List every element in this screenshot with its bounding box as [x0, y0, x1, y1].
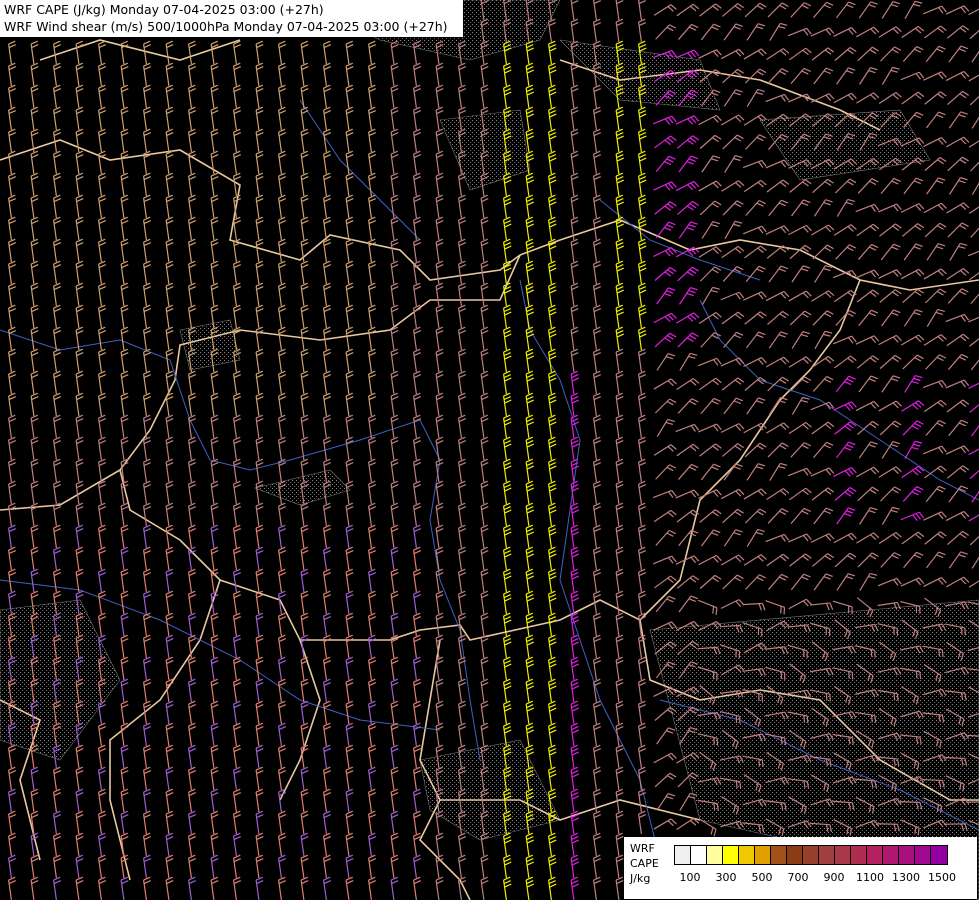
- legend-label-field: CAPE: [630, 857, 659, 870]
- map-title: WRF CAPE (J/kg) Monday 07-04-2025 03:00 …: [0, 0, 463, 37]
- legend-swatch: [755, 846, 771, 864]
- legend-tick-label: 1100: [856, 871, 884, 884]
- legend-swatch: [707, 846, 723, 864]
- legend-swatch: [771, 846, 787, 864]
- legend-swatch: [851, 846, 867, 864]
- legend-swatch: [675, 846, 691, 864]
- cape-legend: WRF CAPE J/kg 100 300 500 700 900 1100 1300 150…: [624, 837, 977, 899]
- legend-tick-label: 300: [715, 871, 737, 884]
- legend-swatch: [883, 846, 899, 864]
- title-cape: WRF CAPE (J/kg) Monday 07-04-2025 03:00 …: [4, 2, 324, 17]
- legend-tick-label: 1500: [928, 871, 956, 884]
- legend-swatch: [899, 846, 915, 864]
- legend-swatch: [915, 846, 931, 864]
- legend-tick-label: 900: [823, 871, 845, 884]
- legend-swatch: [867, 846, 883, 864]
- legend-swatch: [691, 846, 707, 864]
- legend-tick-label: 100: [679, 871, 701, 884]
- legend-swatch: [787, 846, 803, 864]
- legend-tick-label: 700: [787, 871, 809, 884]
- legend-tick-label: 1300: [892, 871, 920, 884]
- legend-label-model: WRF: [630, 842, 655, 855]
- legend-tick-label: 500: [751, 871, 773, 884]
- legend-ticks: 100 300 500 700 900 1100 1300 1500: [674, 871, 964, 885]
- legend-color-scale: [674, 845, 948, 865]
- legend-swatch: [931, 846, 947, 864]
- legend-swatch: [803, 846, 819, 864]
- title-wind-shear: WRF Wind shear (m/s) 500/1000hPa Monday …: [4, 19, 448, 34]
- legend-swatch: [819, 846, 835, 864]
- legend-swatch: [739, 846, 755, 864]
- legend-label-units: J/kg: [630, 872, 651, 885]
- legend-swatch: [723, 846, 739, 864]
- legend-swatch: [835, 846, 851, 864]
- weather-map: [0, 0, 979, 900]
